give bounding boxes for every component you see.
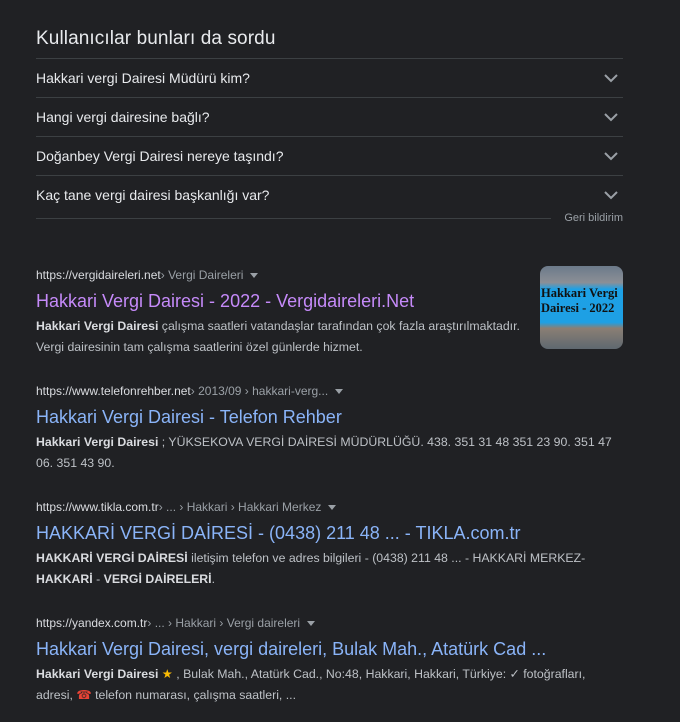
snippet-highlight: Hakkari Vergi Dairesi: [36, 667, 159, 681]
result-breadcrumb: › ... › Hakkari › Hakkari Merkez: [158, 500, 322, 514]
search-result: https://www.telefonrehber.net › 2013/09 …: [36, 382, 623, 473]
paa-question[interactable]: Hangi vergi dairesine bağlı?: [36, 98, 623, 137]
chevron-down-icon[interactable]: [601, 68, 621, 88]
chevron-down-icon[interactable]: [601, 107, 621, 127]
paa-question-text: Doğanbey Vergi Dairesi nereye taşındı?: [36, 148, 284, 164]
result-thumbnail[interactable]: Hakkari Vergi Dairesi - 2022: [540, 266, 623, 349]
feedback-link[interactable]: Geri bildirim: [564, 212, 623, 224]
snippet-text: telefon numarası, çalışma saatleri, ...: [91, 687, 297, 702]
thumbnail-text: Dairesi - 2022: [541, 301, 615, 315]
result-domain: https://www.telefonrehber.net: [36, 384, 191, 398]
result-snippet: Hakkari Vergi Dairesi ; YÜKSEKOVA VERGİ …: [36, 432, 623, 473]
search-result: https://www.tikla.com.tr › ... › Hakkari…: [36, 498, 623, 589]
paa-question-text: Kaç tane vergi dairesi başkanlığı var?: [36, 187, 270, 203]
snippet-highlight: HAKKARİ: [36, 571, 93, 586]
snippet-text: .: [211, 571, 216, 586]
snippet-highlight: HAKKARİ VERGİ DAİRESİ: [36, 551, 188, 565]
result-breadcrumb: › Vergi Daireleri: [160, 268, 244, 282]
paa-question-text: Hakkari vergi Dairesi Müdürü kim?: [36, 70, 250, 86]
result-breadcrumb: › ... › Hakkari › Vergi daireleri: [147, 616, 301, 630]
snippet-highlight: Hakkari Vergi Dairesi: [36, 319, 159, 333]
people-also-ask-title: Kullanıcılar bunları da sordu: [36, 28, 276, 49]
paa-footer: Geri bildirim: [36, 212, 623, 226]
result-url[interactable]: https://www.tikla.com.tr › ... › Hakkari…: [36, 498, 623, 516]
snippet-highlight: Hakkari Vergi Dairesi: [36, 435, 159, 449]
result-title-link[interactable]: Hakkari Vergi Dairesi, vergi daireleri, …: [36, 637, 623, 661]
result-title-link[interactable]: Hakkari Vergi Dairesi - 2022 - Vergidair…: [36, 289, 531, 313]
divider: [36, 218, 551, 219]
more-options-icon[interactable]: [328, 504, 337, 510]
result-domain: https://vergidaireleri.net: [36, 268, 161, 282]
people-also-ask-list: Hakkari vergi Dairesi Müdürü kim? Hangi …: [36, 58, 623, 214]
result-title-link[interactable]: HAKKARİ VERGİ DAİRESİ - (0438) 211 48 ..…: [36, 521, 623, 545]
chevron-down-icon[interactable]: [601, 185, 621, 205]
more-options-icon[interactable]: [335, 388, 344, 394]
paa-question-text: Hangi vergi dairesine bağlı?: [36, 109, 210, 125]
result-url[interactable]: https://www.telefonrehber.net › 2013/09 …: [36, 382, 623, 400]
result-breadcrumb: › 2013/09 › hakkari-verg...: [190, 384, 329, 398]
star-icon: ★: [161, 667, 173, 681]
snippet-highlight: VERGİ DAİRELERİ: [103, 571, 212, 586]
result-url[interactable]: https://vergidaireleri.net › Vergi Daire…: [36, 266, 531, 284]
more-options-icon[interactable]: [250, 272, 259, 278]
result-title-link[interactable]: Hakkari Vergi Dairesi - Telefon Rehber: [36, 405, 623, 429]
paa-question[interactable]: Kaç tane vergi dairesi başkanlığı var?: [36, 176, 623, 214]
thumbnail-text: Hakkari Vergi: [541, 286, 618, 300]
more-options-icon[interactable]: [307, 620, 316, 626]
result-domain: https://yandex.com.tr: [36, 616, 148, 630]
search-result: https://yandex.com.tr › ... › Hakkari › …: [36, 614, 623, 705]
result-snippet: Hakkari Vergi Dairesi ★ , Bulak Mah., At…: [36, 664, 623, 705]
snippet-text: iletişim telefon ve adres bilgileri - (0…: [187, 551, 586, 565]
phone-icon: ☎: [76, 687, 92, 702]
search-result: https://vergidaireleri.net › Vergi Daire…: [36, 266, 531, 357]
paa-question[interactable]: Doğanbey Vergi Dairesi nereye taşındı?: [36, 137, 623, 176]
chevron-down-icon[interactable]: [601, 146, 621, 166]
result-domain: https://www.tikla.com.tr: [36, 500, 159, 514]
snippet-text: -: [92, 571, 104, 586]
result-url[interactable]: https://yandex.com.tr › ... › Hakkari › …: [36, 614, 623, 632]
result-snippet: Hakkari Vergi Dairesi çalışma saatleri v…: [36, 316, 531, 357]
paa-question[interactable]: Hakkari vergi Dairesi Müdürü kim?: [36, 59, 623, 98]
result-snippet: HAKKARİ VERGİ DAİRESİ iletişim telefon v…: [36, 548, 623, 589]
